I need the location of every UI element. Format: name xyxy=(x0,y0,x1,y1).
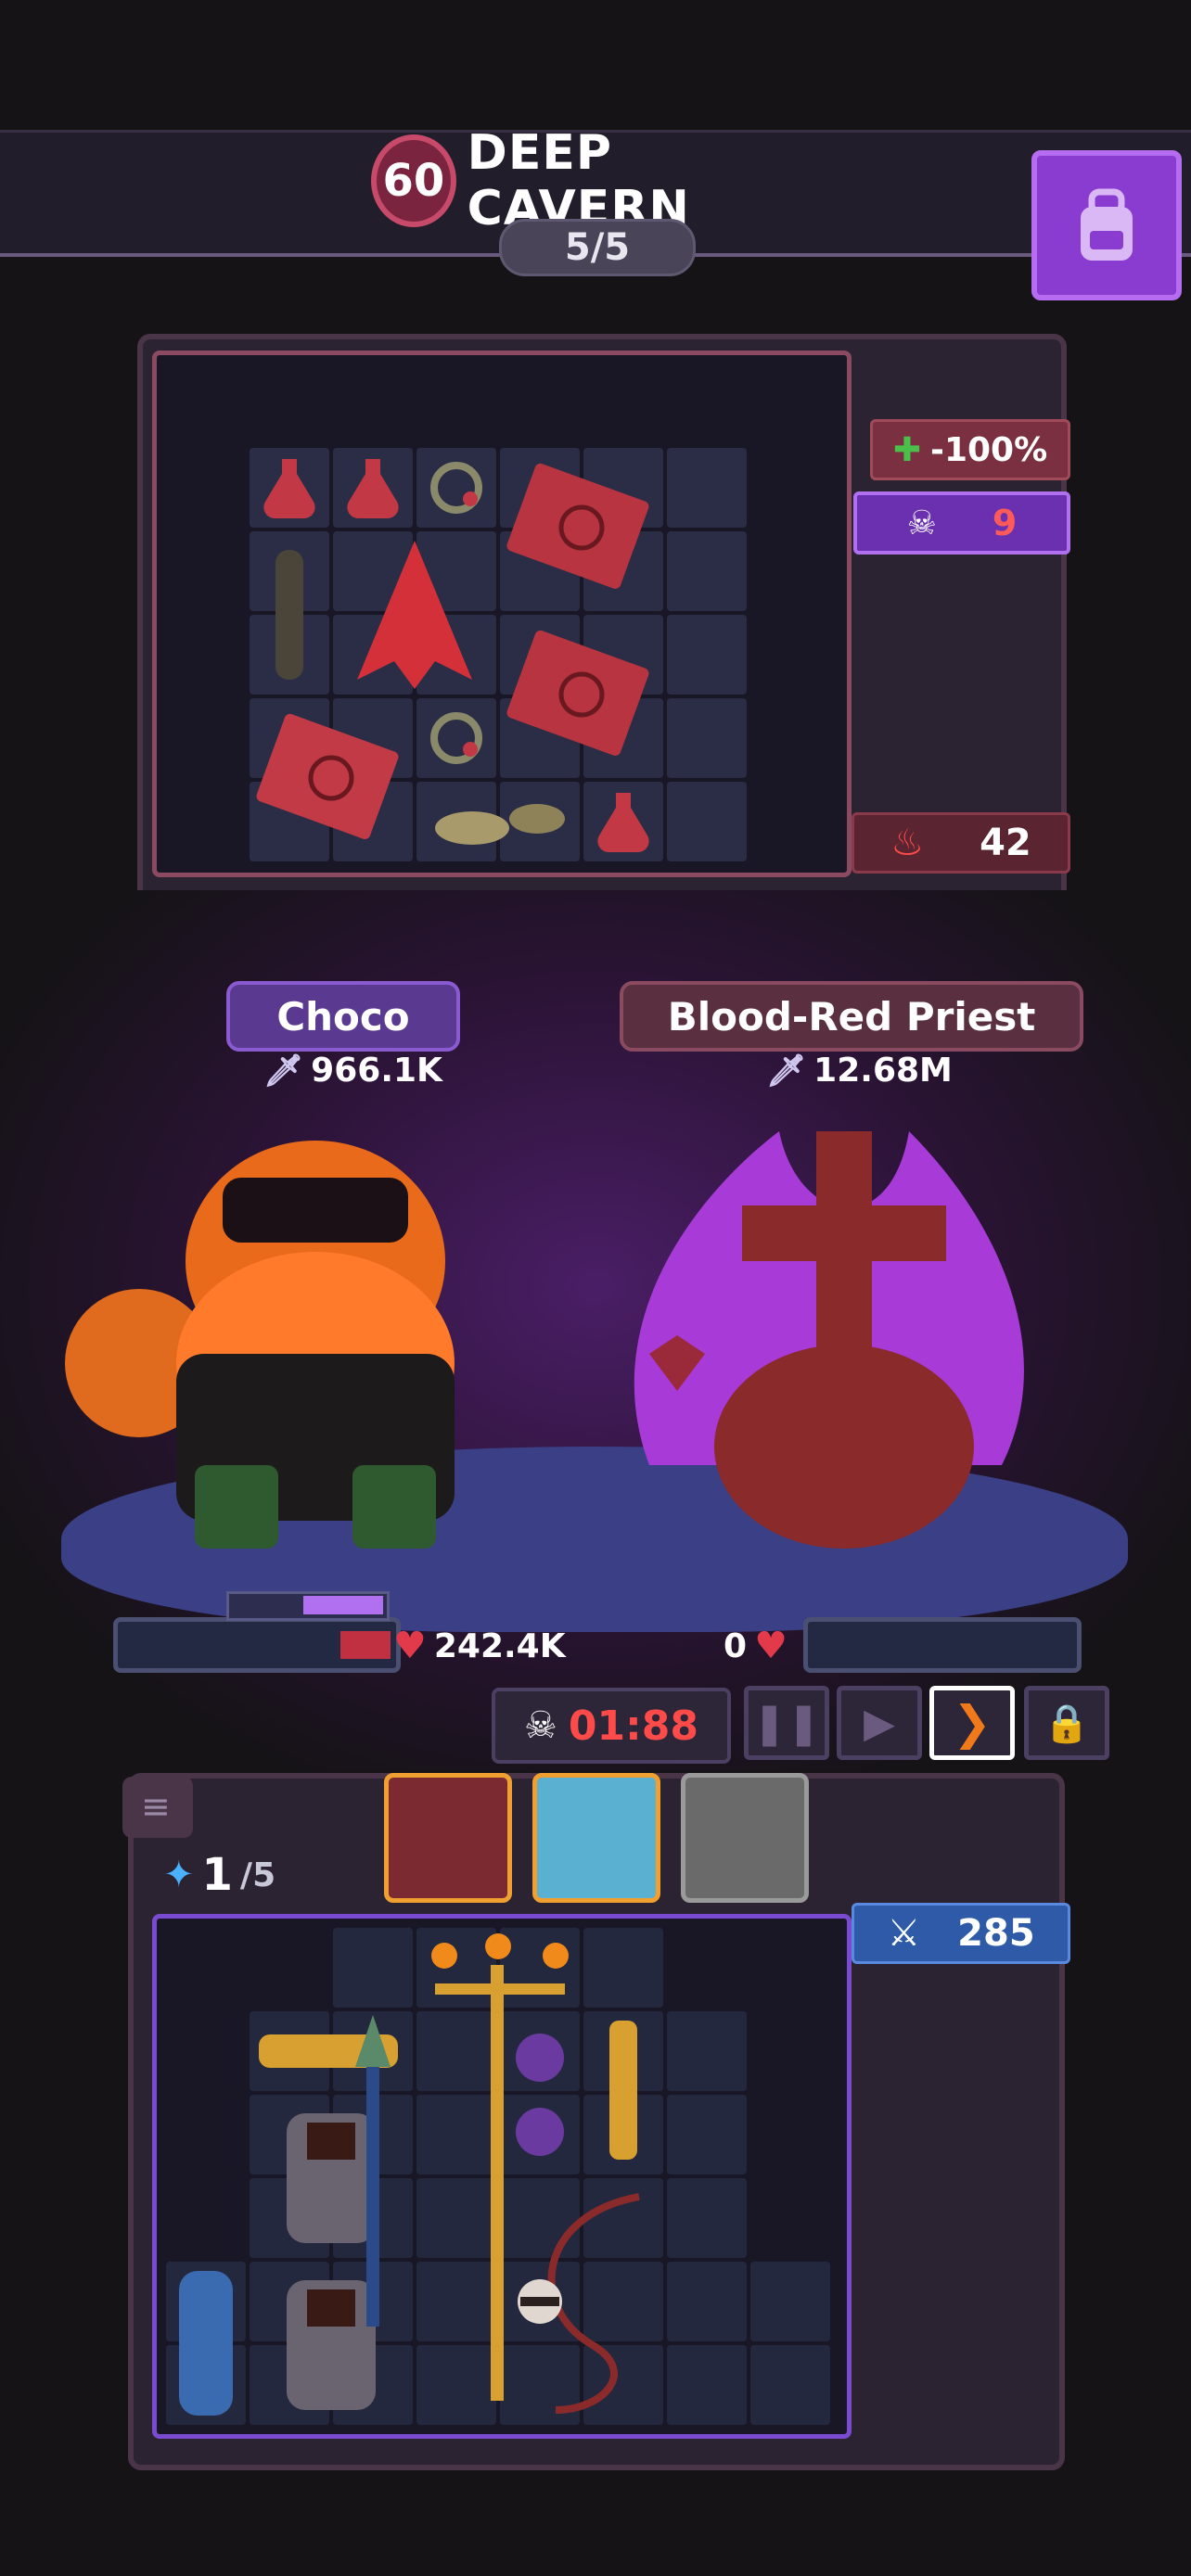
inventory-slot[interactable] xyxy=(667,615,747,695)
spellbook-item[interactable] xyxy=(250,698,413,861)
blood-cloak-item[interactable] xyxy=(333,531,496,695)
player-name: Choco xyxy=(276,993,410,1039)
locked-speed-button[interactable]: 🔒 xyxy=(1024,1686,1109,1760)
spear-item[interactable] xyxy=(333,2011,413,2341)
inventory-slot[interactable] xyxy=(583,1928,663,2008)
enemy-inventory-grid xyxy=(152,351,852,877)
skull-icon: ☠ xyxy=(906,504,937,542)
potion-item[interactable] xyxy=(333,448,413,528)
play-icon: ▶ xyxy=(864,1699,895,1747)
enemy-name-plate: Blood-Red Priest xyxy=(620,981,1083,1052)
wave-counter: 5/5 xyxy=(499,219,696,276)
battle-timer: ☠ 01:88 xyxy=(492,1688,731,1764)
player-hp-bar xyxy=(113,1617,401,1673)
hero-card-dragon[interactable] xyxy=(384,1773,512,1903)
enemy-hp-bar xyxy=(803,1617,1082,1673)
hero-card-slime[interactable] xyxy=(532,1773,660,1903)
inventory-slot[interactable] xyxy=(667,2178,747,2258)
player-character xyxy=(65,1141,455,1549)
level-badge: 60 xyxy=(371,134,456,227)
fast-forward-icon: ❯ xyxy=(953,1696,992,1750)
player-hp-value: 242.4K xyxy=(433,1626,566,1665)
timer-value: 01:88 xyxy=(568,1702,698,1750)
inventory-slot[interactable] xyxy=(667,448,747,528)
ring-item[interactable] xyxy=(416,698,496,778)
rage-value: 42 xyxy=(980,822,1031,864)
heart-icon: ♥ xyxy=(754,1625,788,1667)
pause-icon: ❚❚ xyxy=(752,1699,821,1747)
inventory-slot[interactable] xyxy=(750,2262,830,2341)
potion-item[interactable] xyxy=(250,448,329,528)
gem-value: 1 xyxy=(201,1849,233,1901)
golden-blade-item[interactable] xyxy=(583,2011,663,2174)
gem-counter: ✦ 1 /5 xyxy=(163,1845,330,1905)
list-icon: ≡ xyxy=(141,1786,171,1827)
bone-pile-item[interactable] xyxy=(416,782,580,861)
play-button[interactable]: ▶ xyxy=(837,1686,922,1760)
gem-max: /5 xyxy=(239,1855,276,1894)
inventory-slot[interactable] xyxy=(667,782,747,861)
attack-count-badge: ⚔ 285 xyxy=(852,1903,1070,1964)
bee-charm-item[interactable] xyxy=(500,2262,580,2341)
player-name-plate: Choco xyxy=(226,981,460,1052)
poison-flask-item[interactable] xyxy=(500,2011,580,2174)
crystal-shield-item[interactable] xyxy=(166,2262,246,2425)
lock-icon: 🔒 xyxy=(1044,1702,1090,1745)
inventory-slot[interactable] xyxy=(667,2262,747,2341)
skull-stack-value: 9 xyxy=(992,503,1018,543)
attack-count-value: 285 xyxy=(957,1912,1035,1955)
menu-button[interactable]: ≡ xyxy=(122,1777,193,1838)
stage-title: 60 DEEP CAVERN xyxy=(371,125,816,236)
enemy-hp: 0 ♥ xyxy=(724,1625,788,1667)
backpack-icon xyxy=(1081,188,1133,261)
skull-icon: ☠ xyxy=(524,1704,557,1747)
crossed-swords-icon: ⚔ xyxy=(887,1912,921,1955)
player-hp: ♥ 242.4K xyxy=(393,1625,566,1667)
spellbook-item[interactable] xyxy=(500,615,663,778)
player-inventory-grid xyxy=(152,1914,852,2439)
skull-stack-badge: ☠ 9 xyxy=(853,491,1070,555)
inventory-slot[interactable] xyxy=(667,2011,747,2091)
level-value: 60 xyxy=(382,155,445,207)
hero-card-ghost[interactable] xyxy=(681,1773,809,1903)
inventory-slot[interactable] xyxy=(667,531,747,611)
fast-forward-button[interactable]: ❯ xyxy=(929,1686,1015,1760)
inventory-slot[interactable] xyxy=(667,2095,747,2174)
player-shield-fill xyxy=(303,1596,383,1614)
backpack-button[interactable] xyxy=(1031,150,1182,300)
enemy-name: Blood-Red Priest xyxy=(667,993,1036,1039)
inventory-slot[interactable] xyxy=(750,2345,830,2425)
heart-icon: ♥ xyxy=(393,1625,427,1667)
player-hp-fill xyxy=(340,1631,391,1659)
heal-block-icon: ✚ xyxy=(892,430,921,469)
rage-icon: ♨ xyxy=(890,822,925,864)
pause-button[interactable]: ❚❚ xyxy=(744,1686,829,1760)
player-shield-bar xyxy=(226,1591,390,1621)
heal-reduction-badge: ✚ -100% xyxy=(870,419,1070,480)
enemy-hp-value: 0 xyxy=(724,1626,748,1665)
rage-badge: ♨ 42 xyxy=(852,812,1070,874)
ring-item[interactable] xyxy=(416,448,496,528)
spellbook-item[interactable] xyxy=(500,448,663,611)
enemy-character xyxy=(634,1131,1024,1549)
inventory-slot[interactable] xyxy=(667,698,747,778)
gem-icon: ✦ xyxy=(163,1854,195,1896)
bone-club-item[interactable] xyxy=(250,531,329,695)
potion-item[interactable] xyxy=(583,782,663,861)
heal-reduction-value: -100% xyxy=(930,430,1048,469)
inventory-slot[interactable] xyxy=(333,1928,413,2008)
inventory-slot[interactable] xyxy=(667,2345,747,2425)
